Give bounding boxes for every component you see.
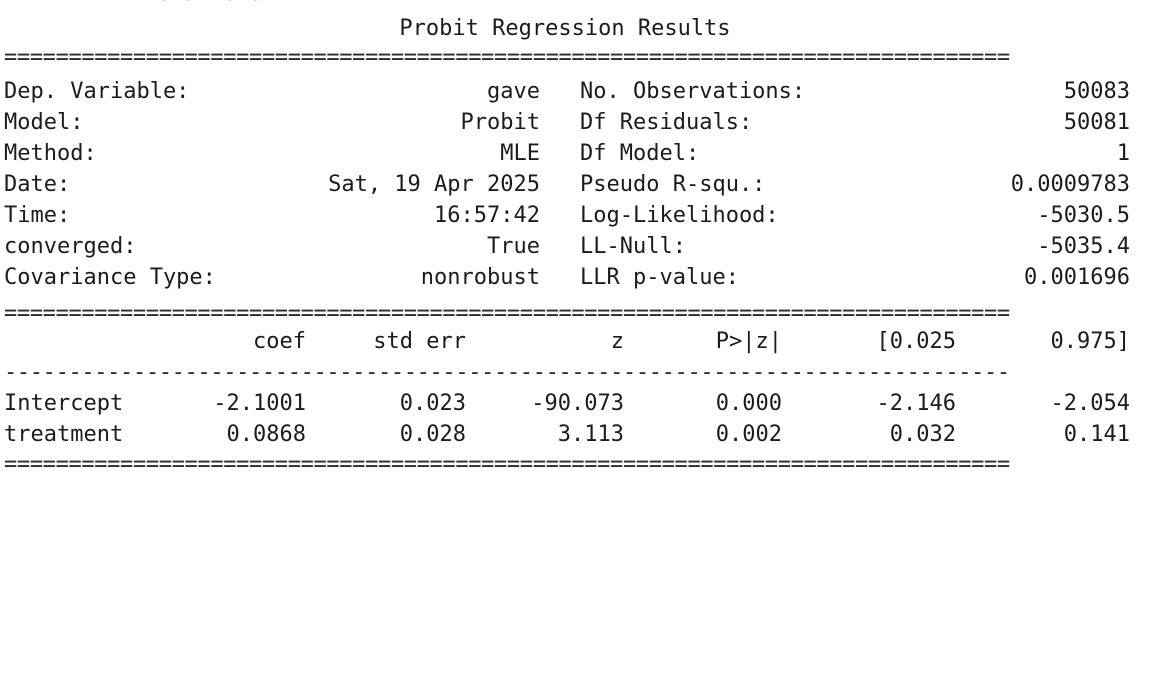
table-cell: -2.146 [876, 391, 956, 416]
column-header: 0.975] [1050, 329, 1130, 354]
table-cell: 3.113 [557, 422, 624, 447]
summary-row: Model: Probit Df Residuals: 50081 [4, 107, 1130, 138]
summary-value: MLE [500, 141, 540, 166]
summary-value: -5030.5 [1037, 203, 1130, 228]
summary-value: True [487, 234, 540, 259]
table-cell: 0.002 [715, 422, 782, 447]
table-cell: 0.032 [889, 422, 956, 447]
summary-label: Log-Likelihood: [580, 203, 779, 228]
summary-label: LL-Null: [580, 234, 686, 259]
summary-row: Time: 16:57:42 Log-Likelihood: -5030.5 [4, 200, 1130, 231]
summary-row: Covariance Type: nonrobust LLR p-value: … [4, 262, 1130, 293]
summary-label: Date: [4, 172, 71, 197]
column-header: coef [253, 329, 306, 354]
table-cell: 0.000 [715, 391, 782, 416]
summary-value: nonrobust [420, 265, 540, 290]
table-cell: 0.028 [399, 422, 466, 447]
summary-label: Dep. Variable: [4, 79, 190, 104]
column-header: [0.025 [876, 329, 956, 354]
coef-table-header: coef std err z P>|z| [0.025 0.975] [4, 326, 1130, 357]
summary-row: Date: Sat, 19 Apr 2025 Pseudo R-squ.: 0.… [4, 169, 1130, 200]
summary-value: Sat, 19 Apr 2025 [328, 172, 540, 197]
summary-row: converged: True LL-Null: -5035.4 [4, 231, 1130, 262]
summary-value: 0.001696 [1024, 265, 1130, 290]
table-cell: -2.054 [1050, 391, 1130, 416]
summary-value: 1 [1116, 141, 1130, 166]
double-rule-top: ========================================… [4, 47, 1010, 69]
coef-header-row: coef std err z P>|z| [0.025 0.975] [4, 326, 1130, 357]
summary-row: Method: MLE Df Model: 1 [4, 138, 1130, 169]
summary-label: Method: [4, 141, 97, 166]
double-rule-middle: ========================================… [4, 303, 1010, 325]
row-name: Intercept [4, 391, 124, 416]
table-row: treatment 0.0868 0.028 3.113 0.002 0.032… [4, 419, 1130, 450]
row-name: treatment [4, 422, 124, 447]
table-cell: -90.073 [531, 391, 624, 416]
double-rule-bottom: ========================================… [4, 454, 1010, 476]
summary-label: No. Observations: [580, 79, 806, 104]
column-header: std err [373, 329, 466, 354]
summary-value: 50081 [1063, 110, 1130, 135]
column-header: P>|z| [715, 329, 782, 354]
page-title: Probit Regression Results [399, 16, 731, 41]
summary-label: Covariance Type: [4, 265, 216, 290]
summary-label: Df Residuals: [580, 110, 753, 135]
iterations-line-cut: Iterations 7 [130, 0, 289, 9]
table-cell: -2.1001 [213, 391, 306, 416]
summary-value: Probit [460, 110, 540, 135]
summary-label: Time: [4, 203, 71, 228]
table-cell: 0.023 [399, 391, 466, 416]
summary-value: -5035.4 [1037, 234, 1130, 259]
table-cell: 0.0868 [226, 422, 306, 447]
single-rule: ----------------------------------------… [4, 362, 1010, 384]
summary-value: 50083 [1063, 79, 1130, 104]
summary-label: Pseudo R-squ.: [580, 172, 766, 197]
summary-label: converged: [4, 234, 137, 259]
summary-label: Df Model: [580, 141, 700, 166]
summary-label: LLR p-value: [580, 265, 739, 290]
column-header: z [610, 329, 624, 354]
table-cell: 0.141 [1063, 422, 1130, 447]
coef-table-body: Intercept -2.1001 0.023 -90.073 0.000 -2… [4, 388, 1130, 450]
summary-value: 0.0009783 [1010, 172, 1130, 197]
table-row: Intercept -2.1001 0.023 -90.073 0.000 -2… [4, 388, 1130, 419]
summary-value: gave [487, 79, 540, 104]
model-summary: Dep. Variable: gave No. Observations: 50… [4, 76, 1130, 293]
summary-label: Model: [4, 110, 84, 135]
summary-value: 16:57:42 [434, 203, 540, 228]
summary-row: Dep. Variable: gave No. Observations: 50… [4, 76, 1130, 107]
